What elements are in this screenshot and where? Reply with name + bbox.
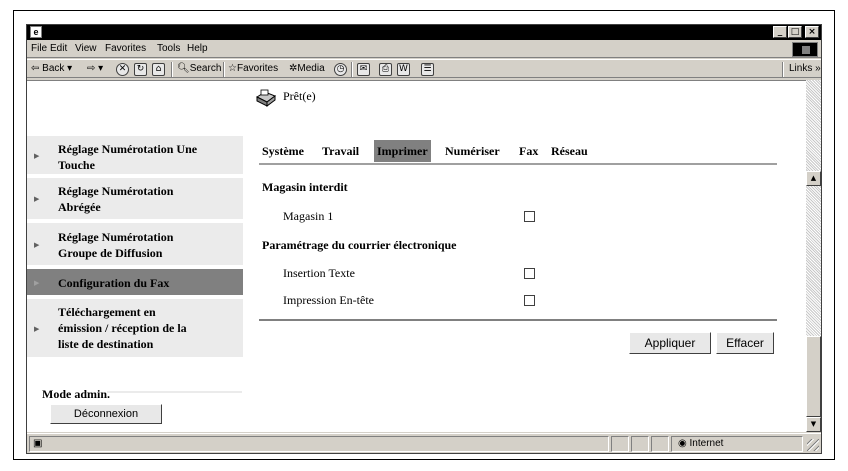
discuss-icon[interactable]: ☰ bbox=[421, 63, 434, 76]
device-status: Prêt(e) bbox=[283, 89, 316, 103]
tray1-checkbox[interactable] bbox=[524, 211, 535, 222]
form-divider bbox=[259, 319, 777, 321]
print-icon[interactable]: ⎙ bbox=[379, 63, 392, 76]
tab-imprimer[interactable]: Imprimer bbox=[374, 140, 431, 162]
mail-icon[interactable]: ✉ bbox=[357, 63, 370, 76]
vertical-scrollbar[interactable]: ▲ ▼ bbox=[806, 80, 821, 432]
sidebar-item-label: Réglage Numérotation Groupe de Diffusion bbox=[58, 230, 174, 260]
apply-button[interactable]: Appliquer bbox=[629, 332, 711, 354]
menu-help[interactable]: Help bbox=[187, 43, 208, 54]
arrow-right-icon: ▶ bbox=[34, 242, 40, 249]
arrow-right-icon: ▶ bbox=[34, 326, 40, 333]
clear-button[interactable]: Effacer bbox=[716, 332, 774, 354]
favorites-label: Favorites bbox=[236, 63, 279, 74]
page-content: ▶ Réglage Numérotation Une Touche ▶ Régl… bbox=[27, 80, 806, 432]
tab-numeriser[interactable]: Numériser bbox=[442, 140, 503, 162]
arrow-right-icon: ▶ bbox=[34, 280, 40, 287]
search-icon: 🔍︎ bbox=[177, 63, 190, 74]
menu-bar: File Edit View Favorites Tools Help bbox=[27, 41, 821, 58]
sidebar-item-fax-config[interactable]: ▶ Configuration du Fax bbox=[27, 269, 243, 297]
section-tray-disabled: Magasin interdit bbox=[262, 180, 348, 194]
favorites-icon: ☆ bbox=[228, 63, 237, 74]
title-bar: e _ □ × bbox=[27, 25, 821, 40]
zone-indicator: ◉ Internet bbox=[671, 436, 803, 452]
sidebar-item-speed-dial[interactable]: ▶ Réglage Numérotation Une Touche bbox=[27, 136, 243, 176]
header-print-label: Impression En-tête bbox=[283, 293, 374, 307]
scroll-up-icon[interactable]: ▲ bbox=[806, 171, 821, 186]
stop-icon[interactable]: ✕ bbox=[116, 63, 129, 76]
ie-page-icon: e bbox=[30, 26, 42, 38]
links-button[interactable]: Links » bbox=[789, 63, 821, 74]
printer-icon bbox=[255, 89, 277, 107]
browser-window: e _ □ × File Edit View Favorites Tools H… bbox=[26, 24, 822, 454]
back-button[interactable]: ⇦ Back ▾ bbox=[31, 63, 72, 74]
windows-logo-throbber bbox=[792, 42, 818, 57]
globe-icon: ◉ bbox=[678, 438, 687, 449]
page-done-icon: ▣ bbox=[33, 438, 43, 449]
tab-travail[interactable]: Travail bbox=[319, 140, 362, 162]
sidebar-item-label: Réglage Numérotation Abrégée bbox=[58, 184, 174, 214]
status-message: ▣ bbox=[29, 436, 609, 452]
resize-grip[interactable] bbox=[807, 439, 819, 451]
history-icon[interactable]: ◷ bbox=[334, 63, 347, 76]
media-button[interactable]: ✲Media bbox=[289, 63, 325, 74]
sidebar-item-destination-list[interactable]: ▶ Téléchargement en émission / réception… bbox=[27, 299, 243, 359]
tab-reseau[interactable]: Réseau bbox=[548, 140, 591, 162]
menu-favorites[interactable]: Favorites bbox=[105, 43, 146, 54]
sidebar-item-abbreviated-dial[interactable]: ▶ Réglage Numérotation Abrégée bbox=[27, 178, 243, 221]
admin-mode-label: Mode admin. bbox=[42, 387, 111, 401]
tab-fax[interactable]: Fax bbox=[516, 140, 541, 162]
close-button[interactable]: × bbox=[805, 26, 819, 38]
search-label: Search bbox=[189, 63, 222, 74]
favorites-button[interactable]: ☆Favorites bbox=[228, 63, 278, 74]
forward-button[interactable]: ⇨ ▾ bbox=[87, 63, 103, 74]
refresh-icon[interactable]: ↻ bbox=[134, 63, 147, 76]
arrow-right-icon: ▶ bbox=[34, 196, 40, 203]
sidebar-item-group-dial[interactable]: ▶ Réglage Numérotation Groupe de Diffusi… bbox=[27, 223, 243, 267]
back-label: Back bbox=[42, 63, 65, 74]
logout-button[interactable]: Déconnexion bbox=[50, 404, 162, 424]
menu-tools[interactable]: Tools bbox=[157, 43, 180, 54]
minimize-button[interactable]: _ bbox=[773, 26, 787, 38]
status-bar: ▣ ◉ Internet bbox=[27, 433, 821, 453]
search-button[interactable]: 🔍︎Search bbox=[177, 63, 221, 74]
zone-label: Internet bbox=[689, 438, 724, 449]
sidebar: ▶ Réglage Numérotation Une Touche ▶ Régl… bbox=[27, 81, 243, 432]
edit-icon[interactable]: W bbox=[397, 63, 410, 76]
menu-file[interactable]: File bbox=[31, 43, 47, 54]
scroll-down-icon[interactable]: ▼ bbox=[806, 417, 821, 432]
toolbar: ⇦ Back ▾ ⇨ ▾ ✕ ↻ ⌂ 🔍︎Search ☆Favorites ✲… bbox=[27, 59, 821, 78]
menu-edit[interactable]: Edit bbox=[50, 43, 67, 54]
menu-view[interactable]: View bbox=[75, 43, 97, 54]
media-label: Media bbox=[297, 63, 325, 74]
sidebar-item-label: Réglage Numérotation Une Touche bbox=[58, 142, 198, 172]
insert-text-label: Insertion Texte bbox=[283, 266, 355, 280]
tabs-divider bbox=[259, 163, 777, 165]
section-email-settings: Paramétrage du courrier électronique bbox=[262, 238, 457, 252]
scrollbar-thumb[interactable] bbox=[806, 336, 821, 417]
arrow-right-icon: ▶ bbox=[34, 153, 40, 160]
tab-systeme[interactable]: Système bbox=[259, 140, 307, 162]
maximize-button[interactable]: □ bbox=[788, 26, 802, 38]
header-print-checkbox[interactable] bbox=[524, 295, 535, 306]
tray1-label: Magasin 1 bbox=[283, 209, 334, 223]
sidebar-item-label: Téléchargement en émission / réception d… bbox=[58, 305, 187, 351]
admin-divider bbox=[107, 391, 242, 393]
insert-text-checkbox[interactable] bbox=[524, 268, 535, 279]
home-icon[interactable]: ⌂ bbox=[152, 63, 165, 76]
sidebar-item-label: Configuration du Fax bbox=[58, 276, 170, 290]
